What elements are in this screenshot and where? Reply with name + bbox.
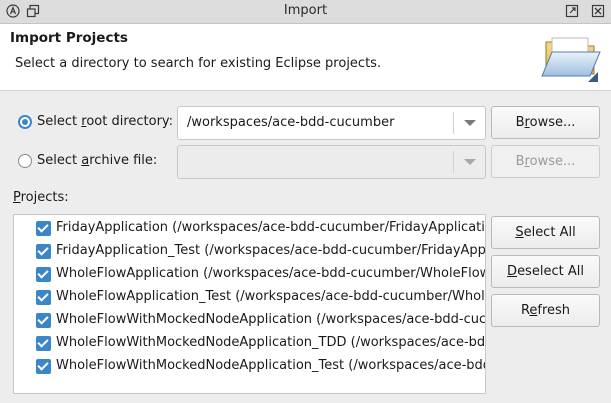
project-checkbox[interactable] [36,244,51,259]
projects-list[interactable]: FridayApplication (/workspaces/ace-bdd-c… [13,214,486,394]
archive-file-label: Select archive file: [37,153,157,168]
project-checkbox[interactable] [36,267,51,282]
window-title: Import [283,3,328,18]
deselect-all-button-post: eselect All [517,264,584,279]
project-checkbox[interactable] [36,359,51,374]
project-label: FridayApplication_Test (/workspaces/ace-… [56,243,486,258]
close-icon[interactable] [590,3,606,19]
select-all-button-mnemonic: S [515,225,524,240]
browse-archive-button[interactable]: Browse... [491,145,600,178]
maximize-icon[interactable] [564,3,580,19]
project-label: WholeFlowWithMockedNodeApplication_TDD (… [56,335,486,350]
chevron-down-icon[interactable] [464,159,476,165]
project-label: WholeFlowWithMockedNodeApplication (/wor… [56,312,486,327]
chevron-down-icon[interactable] [464,120,476,126]
project-label: FridayApplication (/workspaces/ace-bdd-c… [56,220,486,235]
root-directory-radio[interactable] [18,115,32,129]
project-label: WholeFlowApplication (/workspaces/ace-bd… [56,266,485,281]
root-directory-combo[interactable]: /workspaces/ace-bdd-cucumber [177,106,486,140]
folder-icon [541,37,601,82]
archive-file-combo[interactable] [177,145,486,179]
import-dialog: Import Import Projects Select a director… [0,0,611,403]
project-label: WholeFlowWithMockedNodeApplication_Test … [56,358,485,373]
list-item[interactable]: WholeFlowApplication_Test (/workspaces/a… [14,286,485,309]
page-description: Select a directory to search for existin… [15,56,382,71]
deselect-all-button-mnemonic: D [507,264,518,279]
list-item[interactable]: WholeFlowApplication (/workspaces/ace-bd… [14,263,485,286]
project-label: WholeFlowApplication_Test (/workspaces/a… [56,289,485,304]
select-all-button-post: elect All [523,225,576,240]
list-item[interactable]: FridayApplication_Test (/workspaces/ace-… [14,240,486,263]
browse-directory-button[interactable]: Browse... [491,106,600,139]
list-item[interactable]: WholeFlowWithMockedNodeApplication_Test … [14,355,485,378]
project-checkbox[interactable] [36,336,51,351]
archive-file-radio[interactable] [18,154,32,168]
wizard-header: Import Projects Select a directory to se… [0,24,611,91]
browse-archive-button-pre: B [515,154,525,169]
root-directory-label: Select root directory: [37,114,173,129]
refresh-button[interactable]: Refresh [491,294,600,327]
browse-directory-button-post: owse... [529,115,576,130]
project-checkbox[interactable] [36,221,51,236]
list-item[interactable]: WholeFlowWithMockedNodeApplication_TDD (… [14,332,486,355]
archive-file-label-post: rchive file: [89,153,158,168]
combo-separator [453,112,454,134]
page-title: Import Projects [10,30,128,46]
title-bar: Import [0,0,611,24]
projects-label: Projects: [13,190,69,205]
deselect-all-button[interactable]: Deselect All [491,255,600,288]
project-checkbox[interactable] [36,290,51,305]
combo-separator [453,151,454,173]
archive-file-label-pre: Select [37,153,82,168]
select-all-button[interactable]: Select All [491,216,600,249]
list-item[interactable]: WholeFlowWithMockedNodeApplication (/wor… [14,309,486,332]
root-directory-label-pre: Select [37,114,82,129]
browse-directory-button-pre: B [515,115,525,130]
projects-label-post: rojects: [20,190,69,205]
browse-archive-button-post: owse... [529,154,576,169]
project-checkbox[interactable] [36,313,51,328]
projects-label-mnemonic: P [13,190,21,205]
refresh-button-post: fresh [537,303,571,318]
list-item[interactable]: FridayApplication (/workspaces/ace-bdd-c… [14,217,486,240]
root-directory-label-post: oot directory: [86,114,174,129]
root-directory-value: /workspaces/ace-bdd-cucumber [187,115,395,130]
